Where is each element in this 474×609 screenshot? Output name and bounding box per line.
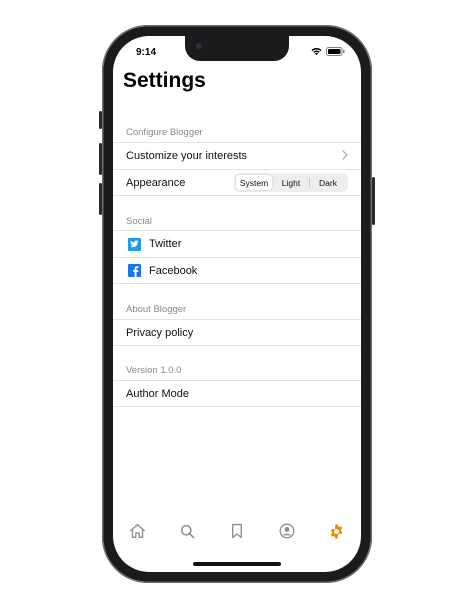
tab-bookmarks[interactable] [212,519,262,543]
app-screen: 9:14 Settings Configure Blogger Customiz… [113,36,361,572]
tab-home[interactable] [113,519,163,543]
section-header-configure: Configure Blogger [126,127,203,138]
notch [185,36,289,61]
appearance-label: Appearance [126,176,186,189]
home-indicator [193,562,281,566]
volume-down-button [99,183,102,215]
tab-bar [113,519,361,543]
twitter-icon [128,237,141,251]
tab-settings[interactable] [311,519,361,543]
power-button [372,177,375,225]
appearance-option-system[interactable]: System [236,175,272,190]
profile-icon [279,523,295,539]
customize-interests-label: Customize your interests [126,150,248,162]
gear-icon [330,523,342,539]
author-mode-label: Author Mode [126,387,189,400]
section-header-about: About Blogger [126,304,187,315]
volume-up-button [99,143,102,175]
author-mode-row[interactable]: Author Mode [113,380,361,407]
appearance-option-light[interactable]: Light [273,175,309,190]
action-button [99,111,102,129]
appearance-option-dark[interactable]: Dark [310,175,346,190]
facebook-label: Facebook [149,264,198,277]
search-icon [180,524,195,538]
front-camera [196,43,202,49]
bookmark-icon [232,523,242,539]
home-icon [130,524,146,538]
facebook-row[interactable]: Facebook [113,257,361,284]
page-title: Settings [123,69,206,92]
wifi-icon [311,47,322,55]
privacy-policy-row[interactable]: Privacy policy [113,319,361,346]
twitter-row[interactable]: Twitter [113,230,361,257]
twitter-label: Twitter [149,238,182,250]
section-header-social: Social [126,216,152,227]
section-header-version: Version 1.0.0 [126,365,182,376]
tab-profile[interactable] [262,519,312,543]
privacy-policy-label: Privacy policy [126,326,194,339]
appearance-row: Appearance System Light Dark [113,169,361,196]
tab-search[interactable] [163,519,213,543]
status-icons [311,47,345,56]
customize-interests-row[interactable]: Customize your interests [113,142,361,169]
battery-icon [326,47,345,56]
chevron-right-icon [342,150,348,160]
facebook-icon [128,264,141,277]
status-time: 9:14 [136,47,157,58]
appearance-segmented-control: System Light Dark [234,173,348,192]
